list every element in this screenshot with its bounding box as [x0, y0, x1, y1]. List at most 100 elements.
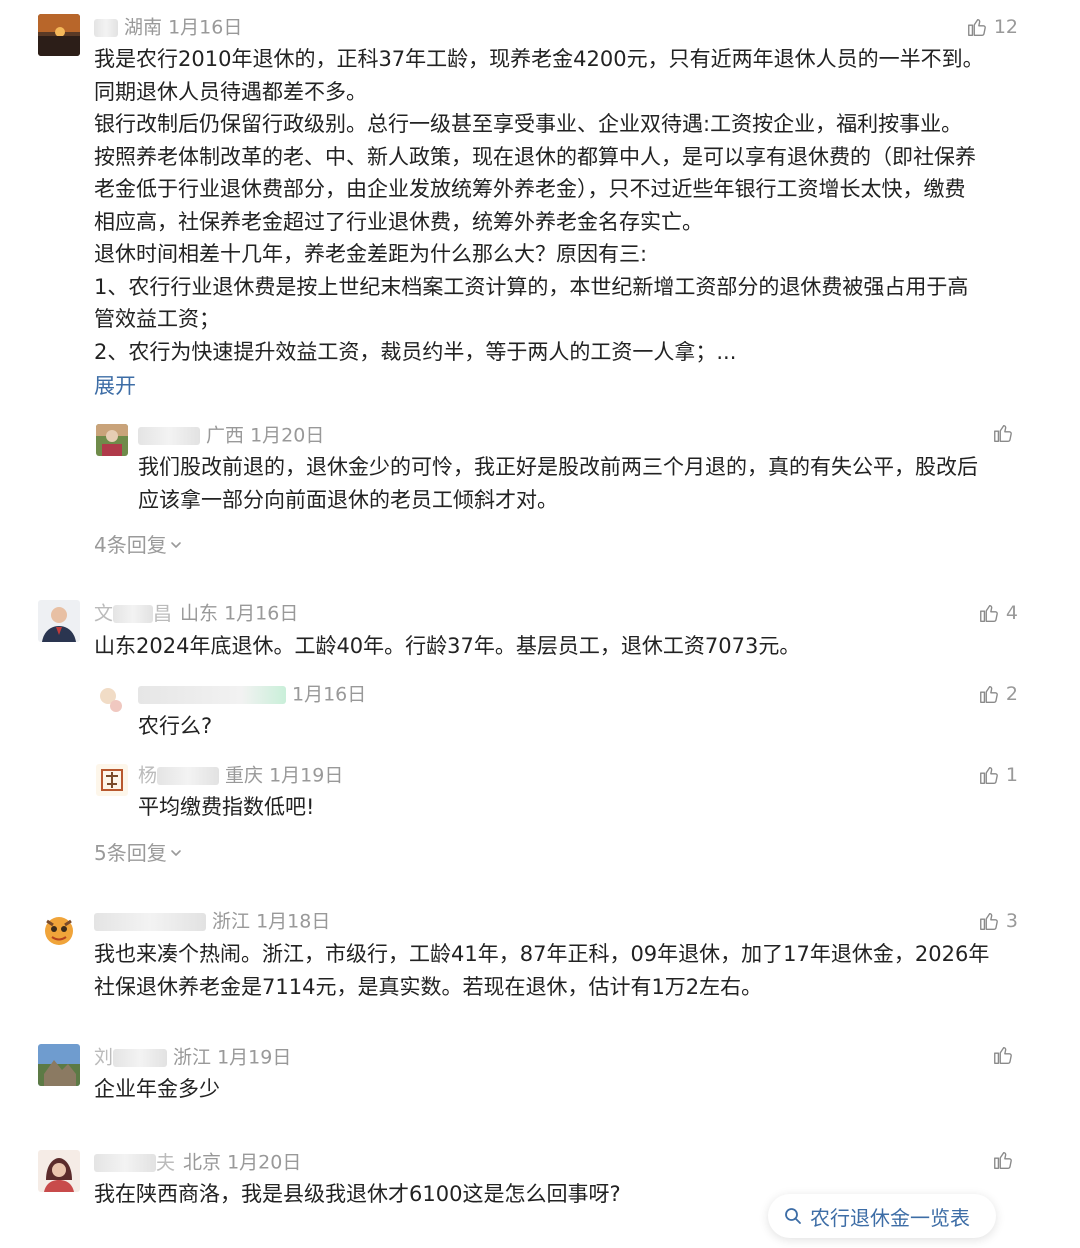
avatar[interactable] — [38, 908, 80, 950]
comment-line: 社保退休养老金是7114元，是真实数。若现在退休，估计有1万2左右。 — [94, 974, 763, 999]
username-last-char: 夫 — [156, 1151, 176, 1174]
comment-line: 企业年金多少 — [94, 1077, 220, 1101]
comment-meta: 刘 浙江 1月19日 — [94, 1045, 291, 1070]
thumbs-up-icon — [992, 1149, 1014, 1171]
like-button[interactable]: 2 — [978, 682, 1018, 706]
comment-location: 北京 — [183, 1151, 222, 1174]
reply-meta: 杨 重庆 1月19日 — [138, 763, 343, 788]
avatar[interactable] — [38, 1044, 80, 1086]
blurred-username — [138, 426, 200, 445]
username-first-char: 文 — [94, 602, 114, 625]
like-button[interactable]: 12 — [966, 15, 1018, 39]
like-button[interactable]: 3 — [978, 909, 1018, 933]
reply-date: 1月16日 — [292, 683, 367, 706]
reply-line: 平均缴费指数低吧! — [138, 795, 315, 819]
chevron-down-icon — [169, 846, 183, 860]
like-button[interactable]: 4 — [978, 601, 1018, 625]
reply-text: 平均缴费指数低吧! — [138, 791, 1016, 824]
comment-line: 2、农行为快速提升效益工资，裁员约半，等于两人的工资一人拿；... — [94, 339, 737, 364]
comment-date: 1月19日 — [217, 1046, 292, 1069]
blurred-username — [94, 18, 118, 37]
thumbs-up-icon — [978, 764, 1000, 786]
like-button[interactable] — [992, 1044, 1014, 1066]
reply-line: 应该拿一部分向前面退休的老员工倾斜才对。 — [138, 487, 558, 512]
avatar[interactable] — [38, 1150, 80, 1192]
reply-avatar[interactable] — [96, 424, 128, 456]
comment-text: 山东2024年底退休。工龄40年。行龄37年。基层员工，退休工资7073元。 — [94, 630, 1016, 663]
thumbs-up-icon — [978, 602, 1000, 624]
like-button[interactable] — [992, 1149, 1014, 1171]
comment-date: 1月18日 — [256, 910, 331, 933]
blurred-username — [113, 604, 154, 623]
comment-location: 浙江 — [212, 910, 251, 933]
comment-line: 老金低于行业退休费部分，由企业发放统筹外养老金），只不过近些年银行工资增长太快，… — [94, 177, 966, 201]
comment-line: 相应高，社保养老金超过了行业退休费，统筹外养老金名存实亡。 — [94, 209, 703, 234]
thumbs-up-icon — [978, 683, 1000, 705]
comment-line: 退休时间相差十几年，养老金差距为什么那么大？原因有三: — [94, 242, 648, 266]
comment-line: 山东2024年底退休。工龄40年。行龄37年。基层员工，退休工资7073元。 — [94, 634, 801, 658]
comment-location: 浙江 — [173, 1046, 212, 1069]
comment-text: 我是农行2010年退休的，正科37年工龄，现养老金4200元，只有近两年退休人员… — [94, 43, 1016, 368]
more-replies-link[interactable]: 4条回复 — [94, 531, 183, 559]
more-replies-link[interactable]: 5条回复 — [94, 839, 183, 867]
avatar[interactable] — [38, 14, 80, 56]
comment-line: 管效益工资； — [94, 307, 220, 331]
blurred-username — [94, 912, 206, 931]
like-count: 1 — [1005, 764, 1018, 786]
avatar[interactable] — [38, 600, 80, 642]
comment-date: 1月20日 — [227, 1151, 302, 1174]
comment-text: 我也来凑个热闹。浙江，市级行，工龄41年，87年正科，09年退休，加了17年退休… — [94, 938, 1016, 1003]
thumbs-up-icon — [992, 422, 1014, 444]
related-search-label: 农行退休金一览表 — [810, 1205, 970, 1230]
reply-date: 1月20日 — [250, 424, 325, 447]
comment-line: 银行改制后仍保留行政级别。总行一级甚至享受事业、企业双待遇:工资按企业，福利按事… — [94, 112, 963, 136]
comment-line: 按照养老体制改革的老、中、新人政策，现在退休的都算中人，是可以享有退休费的（即社… — [94, 144, 976, 169]
like-count: 4 — [1005, 602, 1018, 624]
blurred-username — [138, 685, 286, 704]
comment-date: 1月16日 — [224, 602, 299, 625]
reply-avatar[interactable] — [96, 764, 128, 796]
comment-location: 山东 — [180, 602, 219, 625]
reply-avatar[interactable] — [96, 682, 128, 714]
reply-text: 我们股改前退的，退休金少的可怜，我正好是股改前两三个月退的，真的有失公平，股改后… — [138, 451, 1016, 516]
comment-meta: 浙江 1月18日 — [94, 909, 330, 934]
comment-line: 同期退休人员待遇都差不多。 — [94, 79, 367, 104]
search-icon — [785, 1208, 801, 1224]
reply-meta: 1月16日 — [138, 682, 366, 707]
more-replies-label: 4条回复 — [94, 533, 167, 557]
username-last-char: 昌 — [153, 602, 173, 625]
comment-line: 我也来凑个热闹。浙江，市级行，工龄41年，87年正科，09年退休，加了17年退休… — [94, 942, 990, 966]
username-first-char: 刘 — [94, 1046, 114, 1069]
comment-text: 企业年金多少 — [94, 1073, 1016, 1106]
thumbs-up-icon — [978, 910, 1000, 932]
like-count: 12 — [993, 16, 1018, 38]
more-replies-label: 5条回复 — [94, 841, 167, 865]
comment-line: 我是农行2010年退休的，正科37年工龄，现养老金4200元，只有近两年退休人员… — [94, 47, 984, 71]
reply-meta: 广西 1月20日 — [138, 423, 324, 448]
like-button[interactable] — [992, 422, 1014, 444]
blurred-username — [157, 766, 220, 785]
username-first-char: 杨 — [138, 764, 158, 787]
comment-meta: 夫北京 1月20日 — [94, 1150, 301, 1175]
reply-line: 农行么? — [138, 714, 213, 738]
comment-date: 1月16日 — [168, 16, 243, 39]
related-search-button[interactable]: 农行退休金一览表 — [768, 1194, 996, 1238]
like-count: 3 — [1005, 910, 1018, 932]
like-button[interactable]: 1 — [978, 763, 1018, 787]
reply-date: 1月19日 — [269, 764, 344, 787]
comment-location: 湖南 — [124, 16, 163, 39]
chevron-down-icon — [169, 538, 183, 552]
reply-line: 我们股改前退的，退休金少的可怜，我正好是股改前两三个月退的，真的有失公平，股改后 — [138, 455, 978, 479]
reply-location: 广西 — [206, 424, 245, 447]
thumbs-up-icon — [992, 1044, 1014, 1066]
expand-link[interactable]: 展开 — [94, 370, 136, 402]
reply-text: 农行么? — [138, 710, 1016, 743]
like-count: 2 — [1005, 683, 1018, 705]
comment-line: 1、农行行业退休费是按上世纪末档案工资计算的，本世纪新增工资部分的退休费被强占用… — [94, 274, 969, 299]
thumbs-up-icon — [966, 16, 988, 38]
comment-meta: 湖南 1月16日 — [94, 15, 242, 40]
reply-location: 重庆 — [225, 764, 264, 787]
blurred-username — [113, 1048, 168, 1067]
blurred-username — [94, 1153, 156, 1172]
comment-meta: 文 昌山东 1月16日 — [94, 601, 298, 626]
